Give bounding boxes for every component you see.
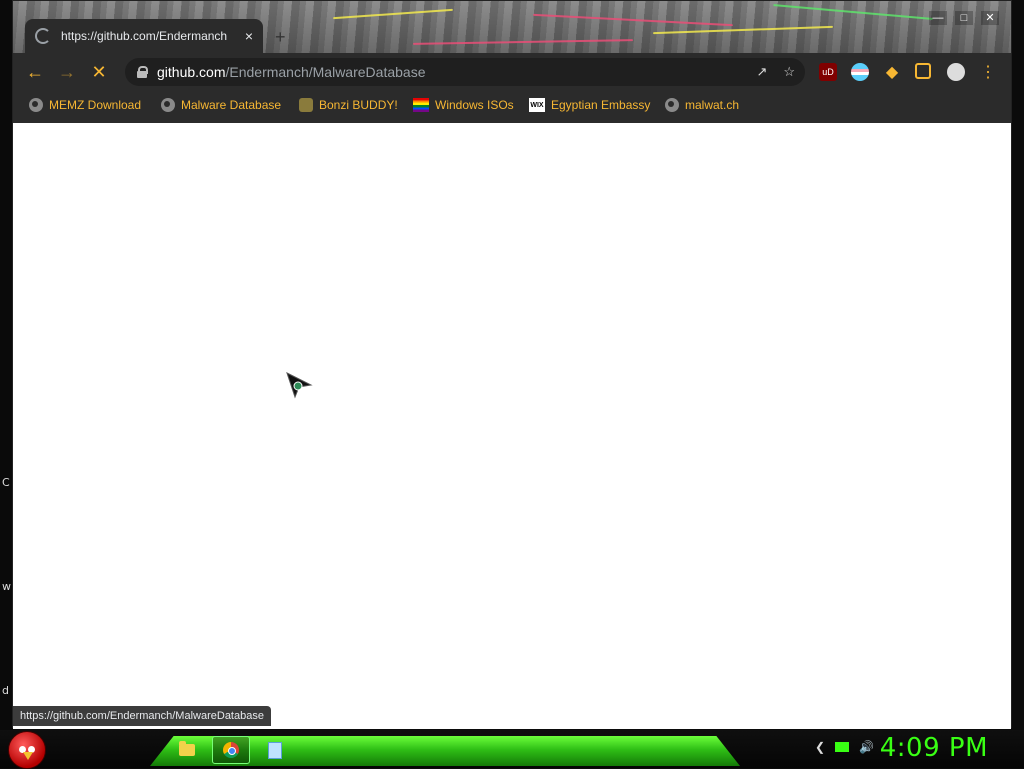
lock-icon[interactable] [137,66,148,78]
window-controls: — □ ✕ [929,11,999,25]
share-icon[interactable]: ↗ [756,64,767,80]
browser-window: https://github.com/Endermanch × + — □ ✕ … [12,0,1012,729]
volume-icon[interactable]: 🔊 [859,740,874,754]
bookmark-item[interactable]: malwat.ch [665,98,739,112]
bookmark-item[interactable]: MEMZ Download [29,98,141,112]
forward-arrow-icon[interactable]: → [57,62,77,82]
url-path: /Endermanch/MalwareDatabase [225,64,426,80]
folder-icon [179,741,195,756]
desktop-edge [0,0,12,730]
chrome-taskbar-button[interactable] [212,736,250,764]
desktop-icon-label: C [2,476,10,489]
bonzi-icon [299,98,313,112]
page-content[interactable]: https://github.com/Endermanch/MalwareDat… [13,123,1011,729]
desktop-icon-label: w [2,580,11,593]
rainbow-flag-icon [413,98,429,112]
taskbar-clock[interactable]: 4:09 PM [880,733,988,763]
url-host: github.com [157,64,226,80]
notepad-taskbar-button[interactable] [256,736,294,764]
bookmark-item[interactable]: Bonzi BUDDY! [299,98,398,112]
bookmark-item[interactable]: Malware Database [161,98,281,112]
file-explorer-button[interactable] [168,736,206,764]
close-tab-icon[interactable]: × [245,28,253,44]
wix-icon: WIX [529,98,545,112]
tab-active[interactable]: https://github.com/Endermanch × [25,19,263,53]
stop-loading-icon[interactable]: ✕ [89,62,109,82]
profile-avatar-icon[interactable] [947,63,965,81]
loading-spinner-icon [35,28,51,44]
chrome-icon [223,742,239,758]
mouse-cursor-icon [286,372,313,399]
back-arrow-icon[interactable]: ← [25,62,45,82]
bookmarks-bar: MEMZ Download Malware Database Bonzi BUD… [13,91,1011,124]
flag-extension-icon[interactable] [851,63,869,81]
status-url-bubble: https://github.com/Endermanch/MalwareDat… [13,706,271,726]
globe-icon [161,98,175,112]
minimize-button[interactable]: — [929,11,947,25]
tab-title: https://github.com/Endermanch [61,29,228,43]
close-window-button[interactable]: ✕ [981,11,999,25]
maximize-button[interactable]: □ [955,11,973,25]
title-bar[interactable]: https://github.com/Endermanch × + — □ ✕ [13,1,1011,53]
bookmark-item[interactable]: WIX Egyptian Embassy [529,98,650,112]
start-button[interactable] [8,731,46,769]
new-tab-button[interactable]: + [275,27,286,48]
bookmark-star-icon[interactable]: ☆ [783,64,795,80]
globe-icon [29,98,43,112]
tray-chevron-icon[interactable]: ❮ [815,740,825,754]
side-panel-icon[interactable] [915,63,931,79]
network-icon[interactable] [835,742,850,752]
menu-kebab-icon[interactable]: ⋮ [979,63,997,81]
bookmark-item[interactable]: Windows ISOs [413,98,514,112]
address-bar[interactable]: github.com /Endermanch/MalwareDatabase ↗… [125,58,805,86]
notepad-icon [268,741,282,759]
puzzle-extensions-icon[interactable]: ◆ [883,63,901,81]
system-tray: ❮ 🔊 [815,740,874,754]
globe-icon [665,98,679,112]
ublock-extension-icon[interactable]: uD [819,63,837,81]
desktop-icon-label: d [2,684,9,697]
browser-toolbar: ← → ✕ github.com /Endermanch/MalwareData… [13,53,1011,91]
